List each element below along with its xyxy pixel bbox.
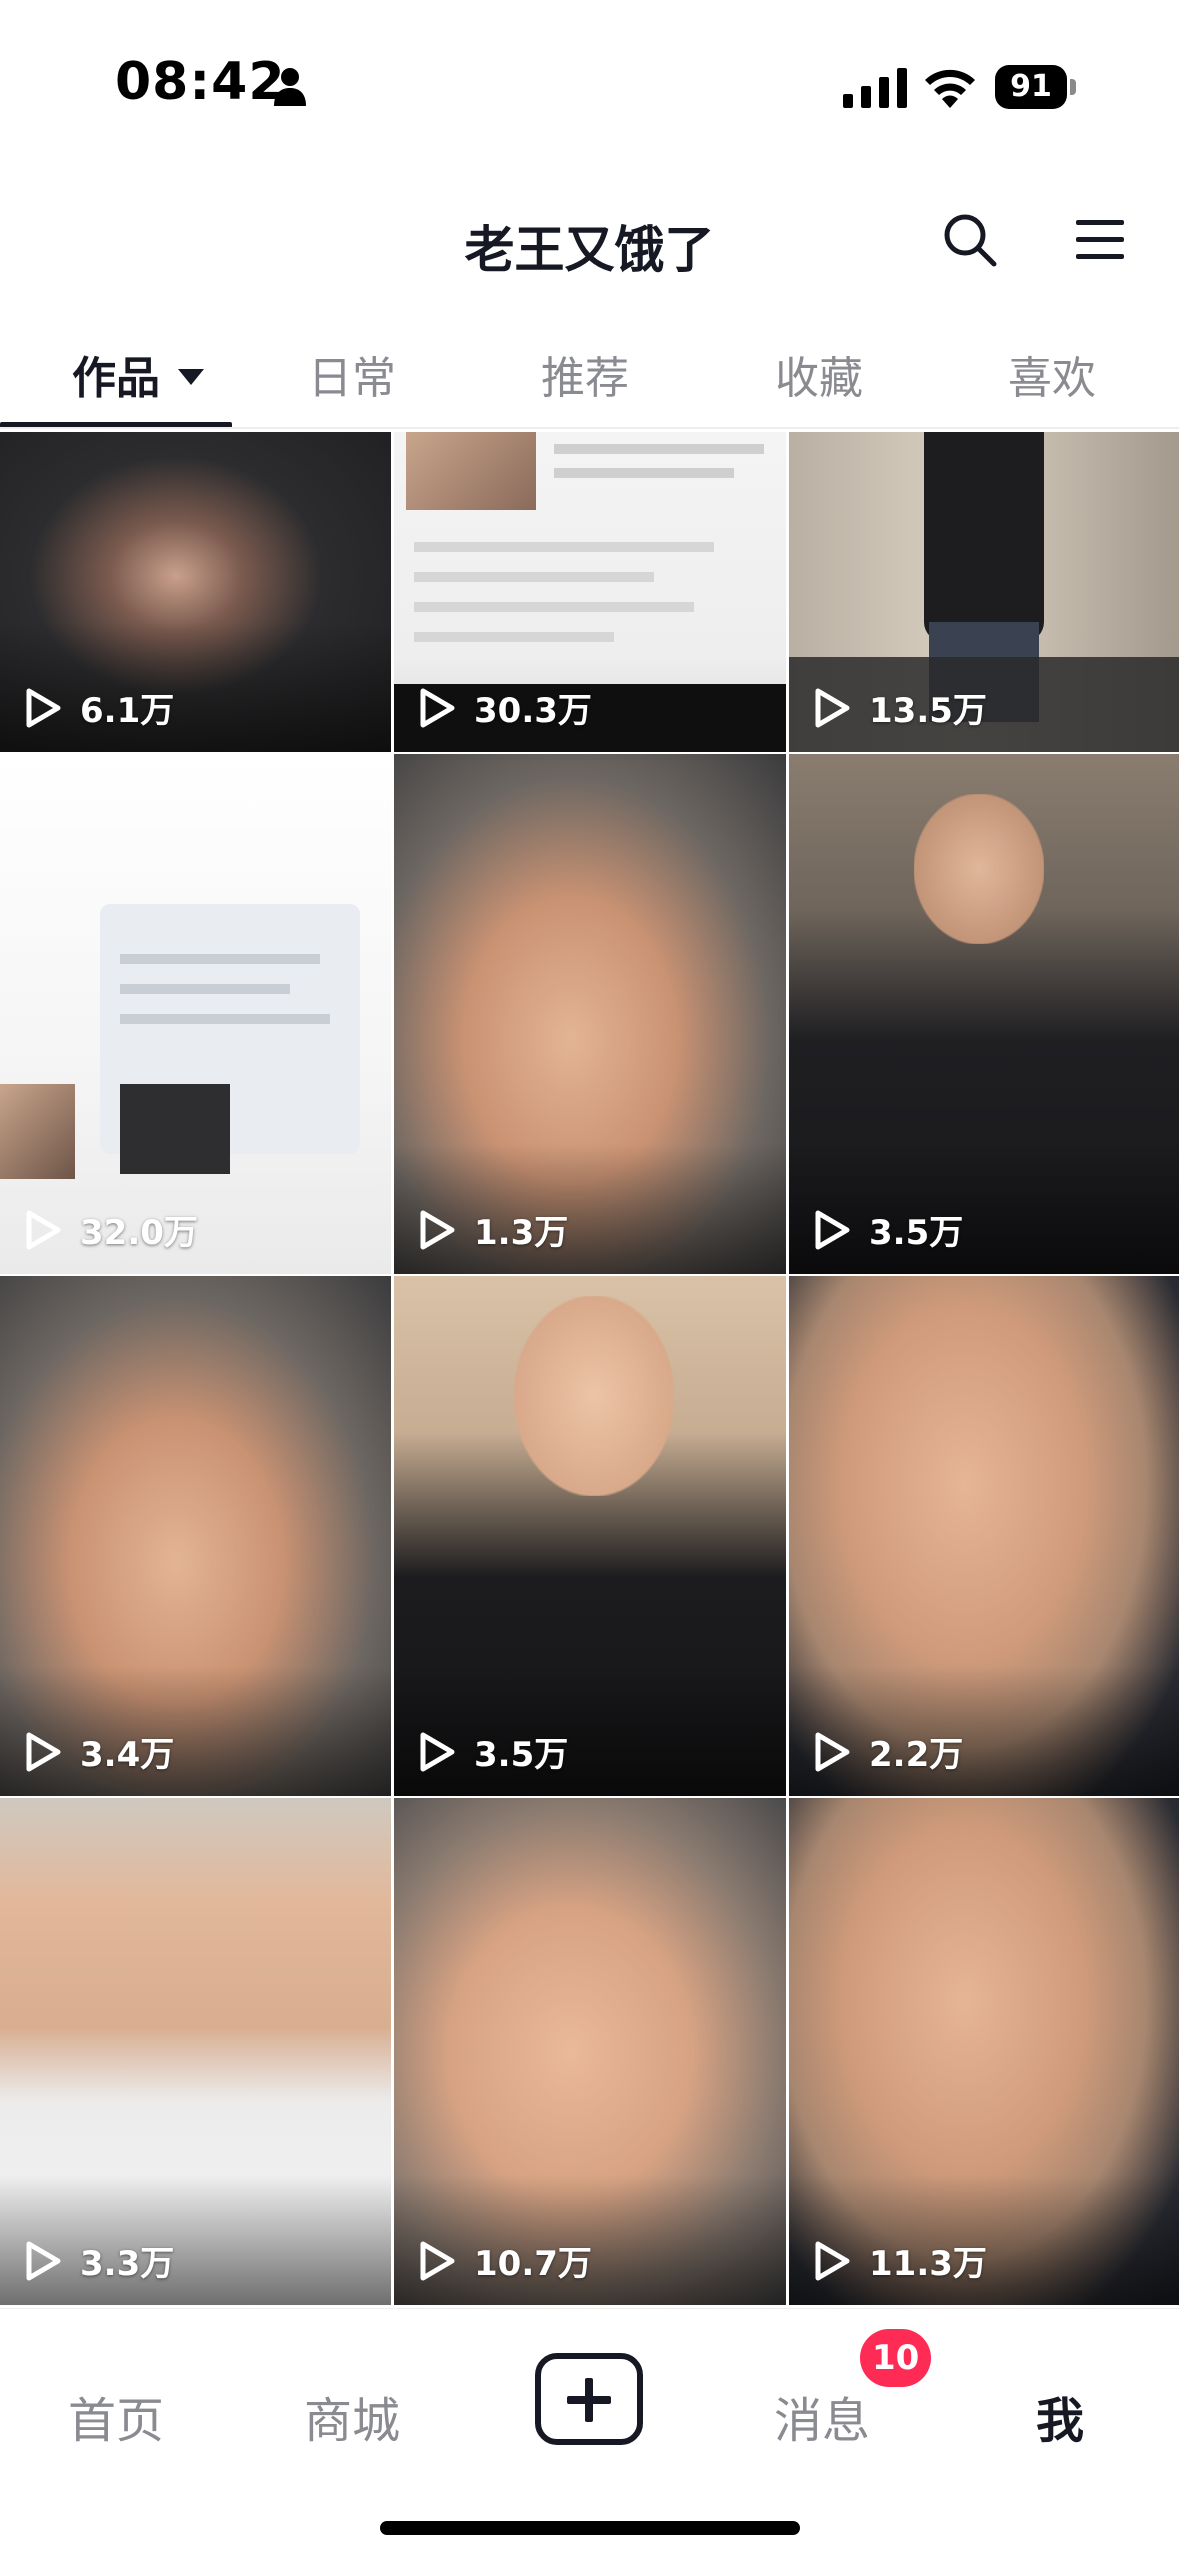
create-button[interactable] [535, 2353, 643, 2445]
play-count: 11.3万 [813, 2236, 987, 2285]
nav-mall[interactable]: 商城 [304, 2381, 400, 2451]
notification-badge: 10 [860, 2329, 932, 2387]
bottom-nav: 首页 商城 消息 10 我 [0, 2308, 1179, 2556]
nav-messages[interactable]: 消息 [774, 2381, 870, 2451]
profile-header: 老王又饿了 [0, 170, 1179, 320]
tab-likes[interactable]: 喜欢 [1008, 342, 1096, 406]
tab-daily[interactable]: 日常 [308, 342, 396, 406]
video-tile[interactable]: 3.5万 [789, 754, 1179, 1274]
play-icon [26, 2241, 61, 2280]
tab-favorites[interactable]: 收藏 [775, 342, 863, 406]
play-count: 1.3万 [418, 1205, 568, 1254]
tab-recommended[interactable]: 推荐 [541, 342, 629, 406]
signal-icon [843, 68, 907, 108]
play-count: 13.5万 [813, 683, 987, 732]
search-icon[interactable] [940, 210, 1000, 270]
video-tile[interactable]: 11.3万 [789, 1798, 1179, 2305]
play-icon [26, 1210, 61, 1249]
video-tile[interactable]: 6.1万 [0, 432, 391, 752]
play-icon [26, 1732, 61, 1771]
status-time: 08:42 [115, 52, 286, 112]
play-count: 32.0万 [24, 1205, 198, 1254]
play-icon [26, 688, 61, 727]
battery-icon: 91 [995, 65, 1077, 109]
menu-icon[interactable] [1072, 212, 1128, 268]
play-icon [815, 1210, 850, 1249]
person-icon [274, 68, 306, 106]
play-icon [420, 2241, 455, 2280]
video-tile[interactable]: 3.3万 [0, 1798, 391, 2305]
play-count: 3.3万 [24, 2236, 174, 2285]
tab-label: 作品 [72, 353, 160, 404]
home-indicator [380, 2521, 800, 2535]
play-icon [815, 1732, 850, 1771]
page-title: 老王又饿了 [464, 221, 715, 279]
video-tile[interactable]: 3.4万 [0, 1276, 391, 1796]
play-icon [815, 688, 850, 727]
play-count: 3.5万 [813, 1205, 963, 1254]
video-tile[interactable]: 3.5万 [394, 1276, 786, 1796]
video-tile[interactable]: 1.3万 [394, 754, 786, 1274]
video-tile[interactable]: 2.2万 [789, 1276, 1179, 1796]
video-grid: 6.1万 30.3万 13.5万 32.0万 1.3万 3.5万 3.4万 3.… [0, 432, 1179, 2305]
play-icon [420, 1210, 455, 1249]
nav-me[interactable]: 我 [1036, 2381, 1084, 2451]
play-count: 6.1万 [24, 683, 174, 732]
tab-works[interactable]: 作品 [72, 342, 204, 406]
video-tile[interactable]: 13.5万 [789, 432, 1179, 752]
play-count: 3.5万 [418, 1727, 568, 1776]
play-icon [420, 688, 455, 727]
profile-tabs: 作品 日常 推荐 收藏 喜欢 [0, 320, 1179, 430]
play-icon [420, 1732, 455, 1771]
play-icon [815, 2241, 850, 2280]
nav-home[interactable]: 首页 [68, 2381, 164, 2451]
play-count: 30.3万 [418, 683, 592, 732]
status-bar: 08:42 91 [0, 0, 1179, 170]
play-count: 2.2万 [813, 1727, 963, 1776]
video-tile[interactable]: 10.7万 [394, 1798, 786, 2305]
play-count: 3.4万 [24, 1727, 174, 1776]
battery-level: 91 [995, 65, 1067, 109]
play-count: 10.7万 [418, 2236, 592, 2285]
video-tile[interactable]: 32.0万 [0, 754, 391, 1274]
caret-down-icon [178, 369, 204, 385]
video-tile[interactable]: 30.3万 [394, 432, 786, 752]
wifi-icon [925, 69, 975, 108]
